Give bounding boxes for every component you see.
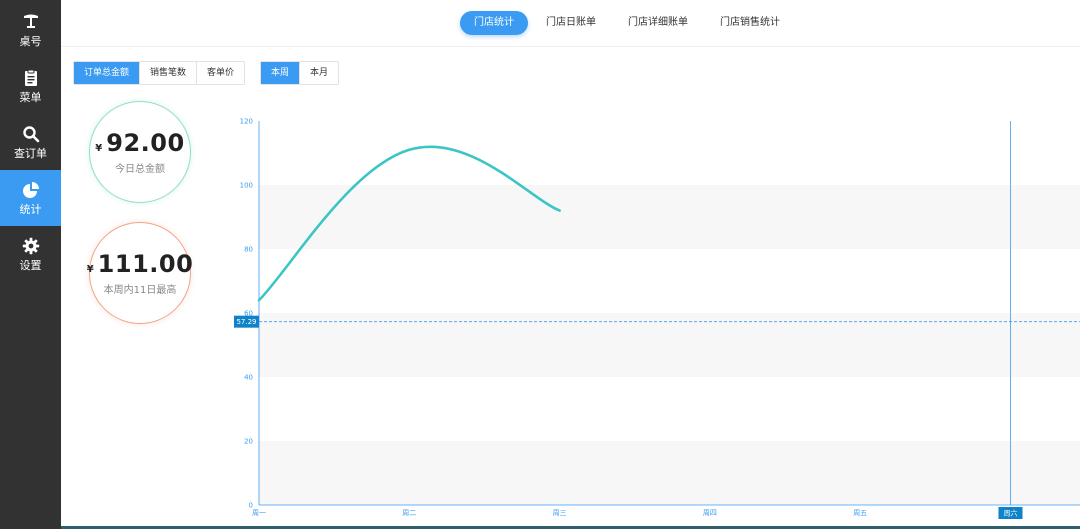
- crosshair-x-label: 周六: [1004, 509, 1018, 518]
- grid-band: [259, 313, 1080, 377]
- sales-line-chart: 020406080100120周一周二周三周四周五周六57.29周六: [234, 118, 1080, 519]
- y-tick-label: 80: [244, 246, 253, 254]
- crosshair-y-label: 57.29: [236, 318, 256, 326]
- x-tick-label: 周三: [553, 509, 567, 517]
- y-tick-label: 100: [240, 182, 253, 190]
- x-tick-label: 周一: [252, 509, 266, 517]
- grid-band: [259, 441, 1080, 505]
- grid-band: [259, 185, 1080, 249]
- y-tick-label: 120: [240, 118, 253, 126]
- x-tick-label: 周四: [703, 509, 717, 517]
- x-tick-label: 周五: [853, 509, 867, 517]
- y-tick-label: 20: [244, 438, 253, 446]
- y-tick-label: 40: [244, 374, 253, 382]
- x-tick-label: 周二: [402, 509, 416, 517]
